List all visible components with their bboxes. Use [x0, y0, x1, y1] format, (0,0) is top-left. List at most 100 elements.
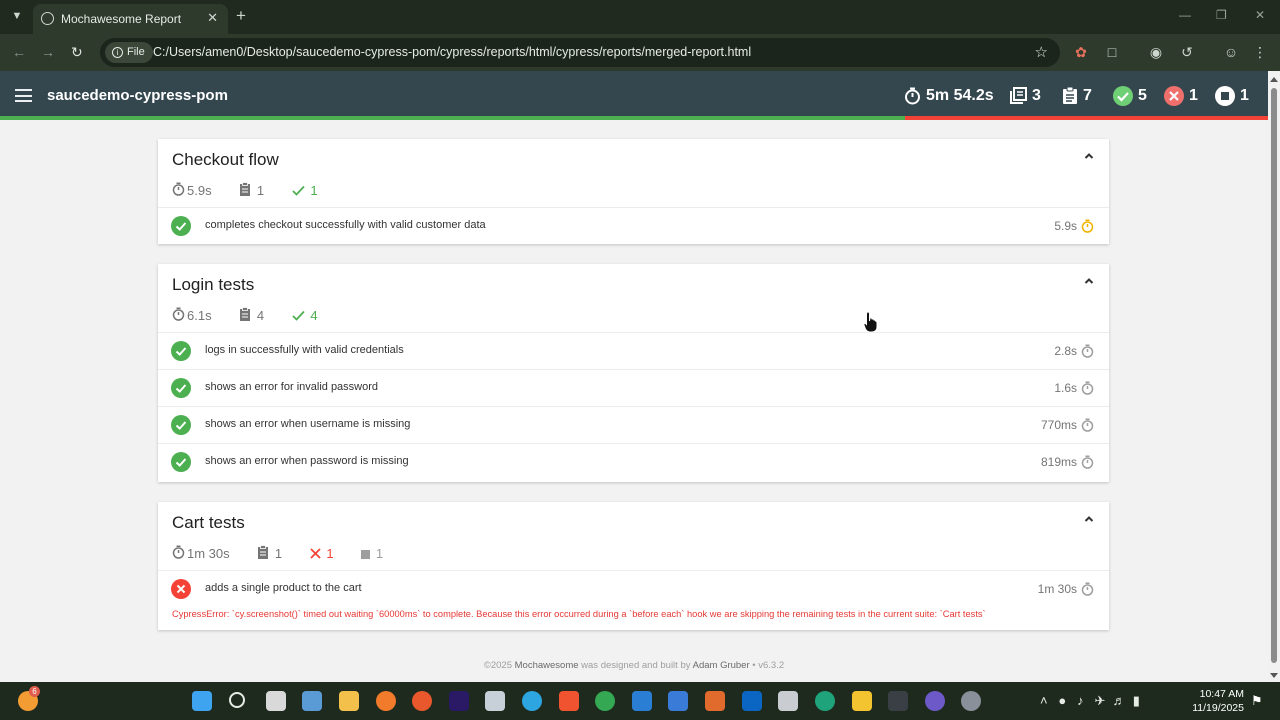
menu-dots-icon[interactable]: ⋮	[1251, 43, 1269, 61]
check-icon	[292, 310, 305, 321]
test-row[interactable]: shows an error for invalid password 1.6s	[158, 369, 1109, 406]
test-name: completes checkout successfully with val…	[205, 219, 486, 231]
suite-skip-count: 1	[361, 545, 395, 561]
mail-icon[interactable]	[778, 691, 798, 711]
clipboard-icon	[240, 181, 251, 196]
tab-title: Mochawesome Report	[61, 12, 182, 26]
linkedin-icon[interactable]	[742, 691, 762, 711]
window-close-icon[interactable]: ✕	[1255, 8, 1265, 22]
scroll-down-arrow-icon[interactable]	[1270, 673, 1278, 678]
stat-passes[interactable]: 5	[1113, 85, 1147, 107]
tab-close-icon[interactable]: ✕	[207, 10, 218, 26]
reload-icon[interactable]: ↻	[71, 44, 83, 61]
extension-icon[interactable]: ✿	[1072, 43, 1090, 61]
url-text[interactable]: C:/Users/amen0/Desktop/saucedemo-cypress…	[153, 45, 751, 59]
suite-login-tests: Login tests 6.1s 4 4 logs in successfull…	[158, 264, 1109, 482]
collapse-chevron-icon[interactable]	[1084, 151, 1094, 161]
stat-tests[interactable]: 7	[1062, 85, 1092, 107]
premiere-pro-icon[interactable]	[449, 691, 469, 711]
restore-icon[interactable]: ❐	[1216, 8, 1227, 22]
app-orange-icon[interactable]	[376, 691, 396, 711]
chrome-icon[interactable]	[595, 691, 615, 711]
app-gear-blue-icon[interactable]	[668, 691, 688, 711]
test-duration: 819ms	[1040, 455, 1077, 469]
page-scrollbar[interactable]	[1268, 71, 1280, 682]
collapse-chevron-icon[interactable]	[1084, 514, 1094, 524]
incognito-icon[interactable]: ◉	[1147, 43, 1165, 61]
sticky-notes-icon[interactable]	[852, 691, 872, 711]
pass-status-icon	[171, 378, 191, 398]
file-explorer-icon[interactable]	[339, 691, 359, 711]
suite-summary: 5.9s 1 1	[172, 181, 342, 198]
notification-bell-icon[interactable]: ⚑	[1251, 693, 1263, 709]
stopwatch-icon	[172, 545, 185, 559]
site-info-chip[interactable]: i File	[105, 42, 153, 63]
pass-status-icon	[171, 216, 191, 236]
clipboard-icon	[258, 544, 269, 559]
new-tab-button[interactable]: +	[236, 6, 246, 26]
profile-icon[interactable]: ☺	[1222, 43, 1240, 61]
check-icon	[292, 185, 305, 196]
system-tray-icons[interactable]: ˄ ● ♪ ✈ ♬ ▮	[1040, 693, 1140, 709]
app-dark-icon[interactable]	[888, 691, 908, 711]
scroll-thumb[interactable]	[1271, 88, 1277, 663]
hand-cursor-icon	[863, 311, 878, 333]
minimize-icon[interactable]: —	[1179, 8, 1191, 22]
test-row[interactable]: shows an error when username is missing …	[158, 406, 1109, 443]
library-books-icon	[1010, 87, 1027, 105]
test-row[interactable]: logs in successfully with valid credenti…	[158, 332, 1109, 369]
bookmark-star-icon[interactable]: ☆	[1035, 43, 1048, 61]
brave-icon[interactable]	[559, 691, 579, 711]
browser-tab[interactable]: Mochawesome Report ✕	[33, 4, 228, 34]
fail-x-icon	[1164, 85, 1184, 106]
test-duration: 5.9s	[1054, 219, 1077, 233]
vscode-icon[interactable]	[632, 691, 652, 711]
taskbar-clock[interactable]: 10:47 AM 11/19/2025	[1188, 687, 1244, 715]
notification-badge: 6	[29, 686, 40, 697]
progress-pass-segment	[0, 116, 905, 120]
windows-start-icon[interactable]	[192, 691, 212, 711]
clipboard-icon	[240, 306, 251, 321]
history-icon[interactable]: ↺	[1178, 43, 1196, 61]
snipping-tool-icon[interactable]	[485, 691, 505, 711]
back-arrow-icon[interactable]: ←	[12, 44, 26, 60]
collapse-chevron-icon[interactable]	[1084, 276, 1094, 286]
stat-failures[interactable]: 1	[1164, 85, 1198, 107]
firefox-icon[interactable]	[412, 691, 432, 711]
suite-duration: 6.1s	[172, 307, 224, 323]
search-icon[interactable]	[229, 692, 245, 708]
suite-pass-count: 4	[292, 307, 330, 323]
suite-summary: 6.1s 4 4	[172, 306, 342, 323]
maps-icon[interactable]	[705, 691, 725, 711]
forward-arrow-icon[interactable]: →	[41, 44, 55, 60]
pass-status-icon	[171, 452, 191, 472]
test-row-failed[interactable]: adds a single product to the cart 1m 30s…	[158, 570, 1109, 630]
scroll-up-arrow-icon[interactable]	[1270, 77, 1278, 82]
tab-search-chevron-icon[interactable]: ▼	[8, 7, 26, 25]
settings-icon[interactable]	[961, 691, 981, 711]
app-teal-icon[interactable]	[815, 691, 835, 711]
stat-skipped[interactable]: 1	[1215, 85, 1249, 107]
telegram-icon[interactable]	[522, 691, 542, 711]
widgets-icon[interactable]	[302, 691, 322, 711]
suite-fail-count: 1	[310, 545, 346, 561]
error-message: CypressError: `cy.screenshot()` timed ou…	[172, 609, 986, 619]
task-view-icon[interactable]	[266, 691, 286, 711]
test-row[interactable]: shows an error when password is missing …	[158, 443, 1109, 480]
pass-status-icon	[171, 415, 191, 435]
test-name: logs in successfully with valid credenti…	[205, 344, 404, 356]
puzzle-icon[interactable]: □	[1103, 43, 1121, 61]
hamburger-menu-icon[interactable]	[15, 89, 32, 102]
stat-suites[interactable]: 3	[1010, 85, 1041, 107]
test-name: shows an error when password is missing	[205, 455, 409, 467]
author-link[interactable]: Adam Gruber	[693, 660, 750, 671]
progress-fail-segment	[905, 116, 1268, 120]
test-name: shows an error for invalid password	[205, 381, 379, 393]
windows-taskbar: 6 ˄ ● ♪ ✈ ♬ ▮ 10:47 AM 11/19/2025 ⚑	[0, 682, 1280, 720]
media-player-icon[interactable]	[925, 691, 945, 711]
mochawesome-link[interactable]: Mochawesome	[515, 660, 579, 671]
address-bar[interactable]: i File C:/Users/amen0/Desktop/saucedemo-c…	[100, 38, 1060, 67]
browser-toolbar: ← → ↻ i File C:/Users/amen0/Desktop/sauce…	[0, 34, 1280, 71]
test-row[interactable]: completes checkout successfully with val…	[158, 207, 1109, 244]
suite-checkout-flow: Checkout flow 5.9s 1 1 completes checkou…	[158, 139, 1109, 244]
